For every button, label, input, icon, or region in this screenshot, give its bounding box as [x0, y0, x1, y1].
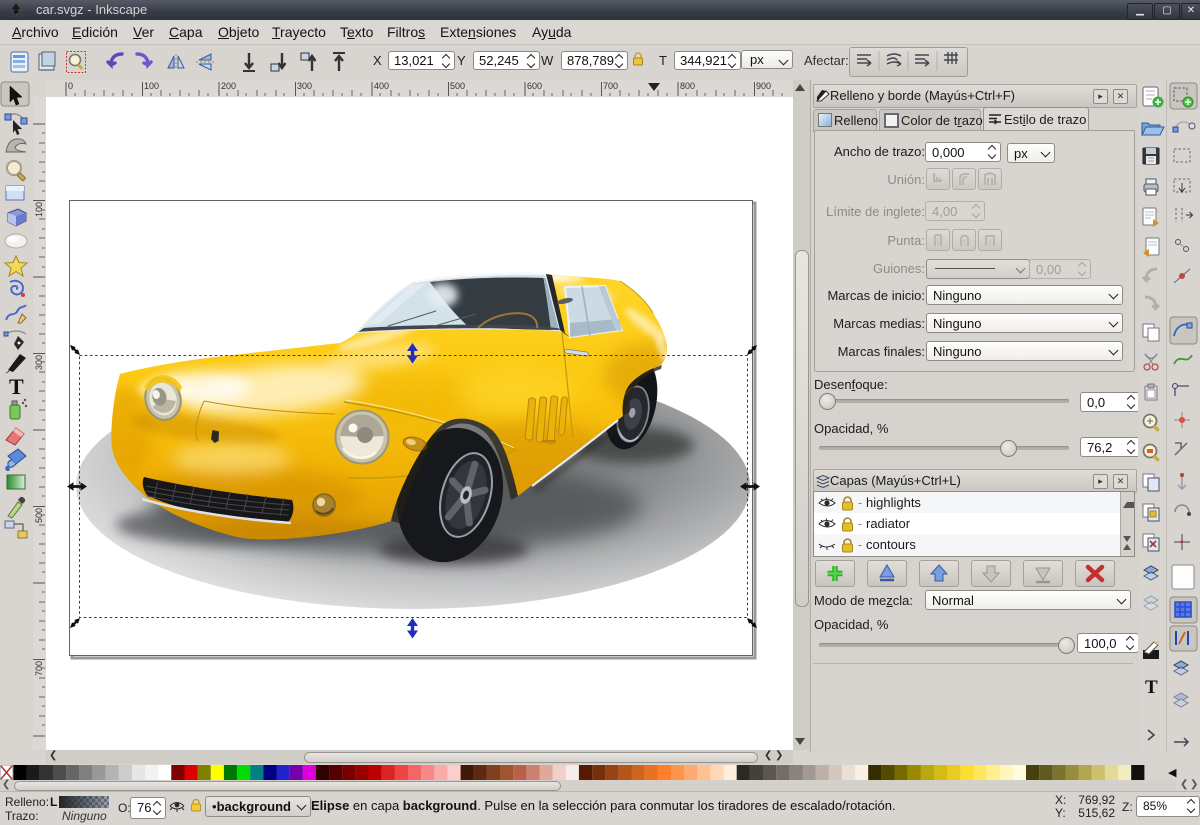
svg-text:500: 500 [34, 508, 44, 523]
svg-text:T: T [9, 374, 24, 399]
svg-text:100: 100 [34, 202, 44, 217]
svg-text:200: 200 [221, 81, 236, 91]
svg-text:700: 700 [34, 661, 44, 676]
svg-text:600: 600 [527, 81, 542, 91]
svg-text:700: 700 [603, 81, 618, 91]
svg-text:100: 100 [144, 81, 159, 91]
svg-text:400: 400 [374, 81, 389, 91]
svg-text:T: T [1145, 677, 1158, 698]
svg-text:0: 0 [68, 81, 73, 91]
svg-text:300: 300 [34, 355, 44, 370]
svg-text:900: 900 [756, 81, 771, 91]
svg-text:500: 500 [450, 81, 465, 91]
svg-text:300: 300 [297, 81, 312, 91]
svg-text:800: 800 [680, 81, 695, 91]
